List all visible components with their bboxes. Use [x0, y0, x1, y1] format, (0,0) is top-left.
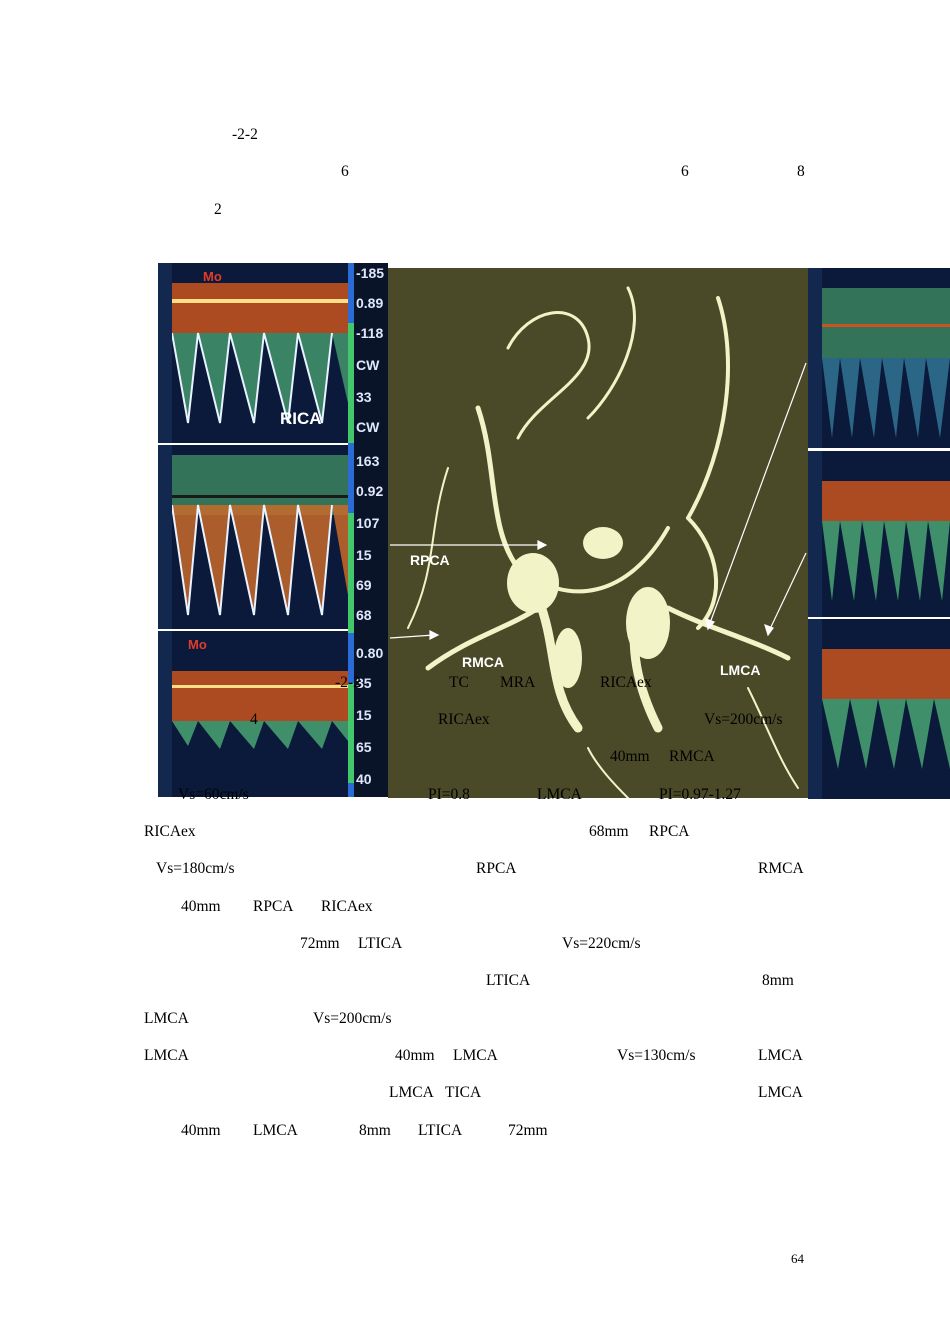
para-7d: Vs=130cm/s — [617, 1047, 696, 1064]
text-line-2a: 6 — [341, 163, 349, 180]
para-4b: LTICA — [358, 935, 403, 952]
para-4c: Vs=220cm/s — [562, 935, 641, 952]
caption-2a: 4 — [250, 711, 258, 728]
doppler-panel-2 — [158, 445, 348, 629]
para-2a: Vs=180cm/s — [156, 860, 235, 877]
text-line-2b: 6 — [681, 163, 689, 180]
para-5b: 8mm — [762, 972, 794, 989]
para-7e: LMCA — [758, 1047, 803, 1064]
caption-4d: PI=0.97-1.27 — [659, 786, 741, 803]
para-7c: LMCA — [453, 1047, 498, 1064]
doppler-waveform-r2 — [808, 451, 950, 617]
para-9a: 40mm — [181, 1122, 221, 1139]
doppler-waveform-2 — [158, 445, 348, 629]
readout-1-4: CW — [356, 357, 380, 373]
doppler-panel-right-1 — [808, 268, 950, 448]
para-1c: RPCA — [649, 823, 690, 840]
readout-1-6: CW — [356, 419, 380, 435]
readout-2-6: 68 — [356, 607, 372, 623]
para-4a: 72mm — [300, 935, 340, 952]
para-2b: RPCA — [476, 860, 517, 877]
readout-2-5: 69 — [356, 577, 372, 593]
vessel-label-rica: RICA — [280, 409, 322, 428]
para-7b: 40mm — [395, 1047, 435, 1064]
para-5a: LTICA — [486, 972, 531, 989]
caption-1d: RICAex — [600, 674, 652, 691]
doppler-waveform-r1 — [808, 268, 950, 448]
caption-4b: PI=0.8 — [428, 786, 470, 803]
readout-1-2: 0.89 — [356, 295, 384, 311]
caption-1c: MRA — [500, 674, 536, 691]
caption-4a: Vs=60cm/s — [178, 786, 249, 803]
mra-label-lmca: LMCA — [720, 662, 761, 678]
para-8a: LMCA — [389, 1084, 434, 1101]
mode-label-3: Mo — [188, 637, 207, 652]
doppler-panel-right-2 — [808, 451, 950, 617]
para-3a: 40mm — [181, 898, 221, 915]
doppler-panel-right-3 — [808, 619, 950, 799]
readout-3-4: 65 — [356, 739, 372, 755]
caption-3a: 40mm — [610, 748, 650, 765]
readout-3-3: 15 — [356, 707, 372, 723]
para-9b: LMCA — [253, 1122, 298, 1139]
readout-2-4: 15 — [356, 547, 372, 563]
para-9c: 8mm — [359, 1122, 391, 1139]
doppler-readout-column: -185 0.89 -118 CW 33 CW 163 0.92 107 15 … — [348, 263, 388, 797]
text-line-2c: 8 — [797, 163, 805, 180]
mra-label-rmca: RMCA — [462, 654, 504, 670]
text-line-1: -2-2 — [232, 126, 258, 143]
caption-2c: Vs=200cm/s — [704, 711, 783, 728]
caption-1b: TC — [449, 674, 469, 691]
para-6a: LMCA — [144, 1010, 189, 1027]
readout-2-2: 0.92 — [356, 483, 384, 499]
readout-1-1: -185 — [356, 265, 385, 281]
para-9d: LTICA — [418, 1122, 463, 1139]
readout-3-1: 0.80 — [356, 645, 384, 661]
figure-composite: Mo RICA Mo -185 0.89 -118 CW 33 CW 163 0… — [158, 263, 950, 799]
text-line-3: 2 — [214, 201, 222, 218]
para-6b: Vs=200cm/s — [313, 1010, 392, 1027]
doppler-waveform-r3 — [808, 619, 950, 799]
para-2c: RMCA — [758, 860, 804, 877]
doppler-panel-rica: Mo RICA — [158, 263, 348, 443]
para-8b: TICA — [445, 1084, 482, 1101]
caption-4c: LMCA — [537, 786, 582, 803]
para-3c: RICAex — [321, 898, 373, 915]
para-1b: 68mm — [589, 823, 629, 840]
para-9e: 72mm — [508, 1122, 548, 1139]
caption-3b: RMCA — [669, 748, 715, 765]
para-3b: RPCA — [253, 898, 294, 915]
para-7a: LMCA — [144, 1047, 189, 1064]
caption-2b: RICAex — [438, 711, 490, 728]
para-1a: RICAex — [144, 823, 196, 840]
readout-1-3: -118 — [356, 325, 384, 341]
readout-2-1: 163 — [356, 453, 380, 469]
readout-1-5: 33 — [356, 389, 372, 405]
mra-label-rpca: RPCA — [410, 552, 450, 568]
para-8c: LMCA — [758, 1084, 803, 1101]
readout-2-3: 107 — [356, 515, 380, 531]
mode-label-1: Mo — [203, 269, 222, 284]
caption-1a: -2-2 — [335, 674, 361, 691]
page-number: 64 — [791, 1251, 804, 1266]
readout-3-5: 40 — [356, 771, 372, 787]
